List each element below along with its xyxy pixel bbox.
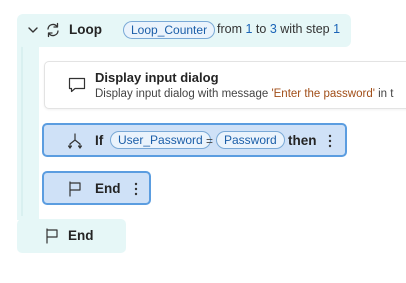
loop-parameters: from 1 to 3 with step 1 <box>217 22 340 36</box>
left-operand-variable[interactable]: User_Password <box>110 131 211 149</box>
operator: = <box>206 134 214 148</box>
branch-icon <box>67 133 83 149</box>
loop-body-connector <box>21 44 23 216</box>
description-suffix: in t <box>378 88 394 100</box>
more-vertical-icon[interactable] <box>133 181 139 197</box>
right-operand-variable[interactable]: Password <box>216 131 285 149</box>
loop-action[interactable]: Loop Loop_Counter from 1 to 3 with step … <box>17 14 351 47</box>
message-icon <box>68 77 86 93</box>
to-label: to <box>255 22 267 36</box>
then-keyword: then <box>288 133 317 148</box>
step-label: with step <box>280 22 330 36</box>
chevron-down-icon[interactable] <box>26 23 40 37</box>
loop-counter-variable[interactable]: Loop_Counter <box>123 21 216 39</box>
loop-step-value: 1 <box>333 22 341 36</box>
display-input-dialog-action[interactable]: Display input dialog Display input dialo… <box>44 61 406 109</box>
loop-keyword: Loop <box>69 22 102 37</box>
if-action[interactable]: If User_Password = Password then <box>42 123 347 157</box>
action-description: Display input dialog with message 'Enter… <box>95 88 393 100</box>
loop-start-value: 1 <box>245 22 253 36</box>
message-string: 'Enter the password' <box>271 88 375 100</box>
if-keyword: If <box>95 133 104 148</box>
end-loop-action[interactable]: End <box>17 219 126 253</box>
end-keyword: End <box>68 228 94 243</box>
action-title: Display input dialog <box>95 70 219 85</box>
loop-icon <box>47 22 59 38</box>
end-keyword: End <box>95 181 121 196</box>
description-text: Display input dialog with message <box>95 88 269 100</box>
flow-designer-canvas: Loop Loop_Counter from 1 to 3 with step … <box>0 0 406 283</box>
flag-icon <box>46 228 58 244</box>
more-vertical-icon[interactable] <box>327 133 333 149</box>
loop-end-value: 3 <box>269 22 277 36</box>
end-if-action[interactable]: End <box>42 171 151 205</box>
flag-icon <box>69 181 81 197</box>
from-label: from <box>217 22 242 36</box>
